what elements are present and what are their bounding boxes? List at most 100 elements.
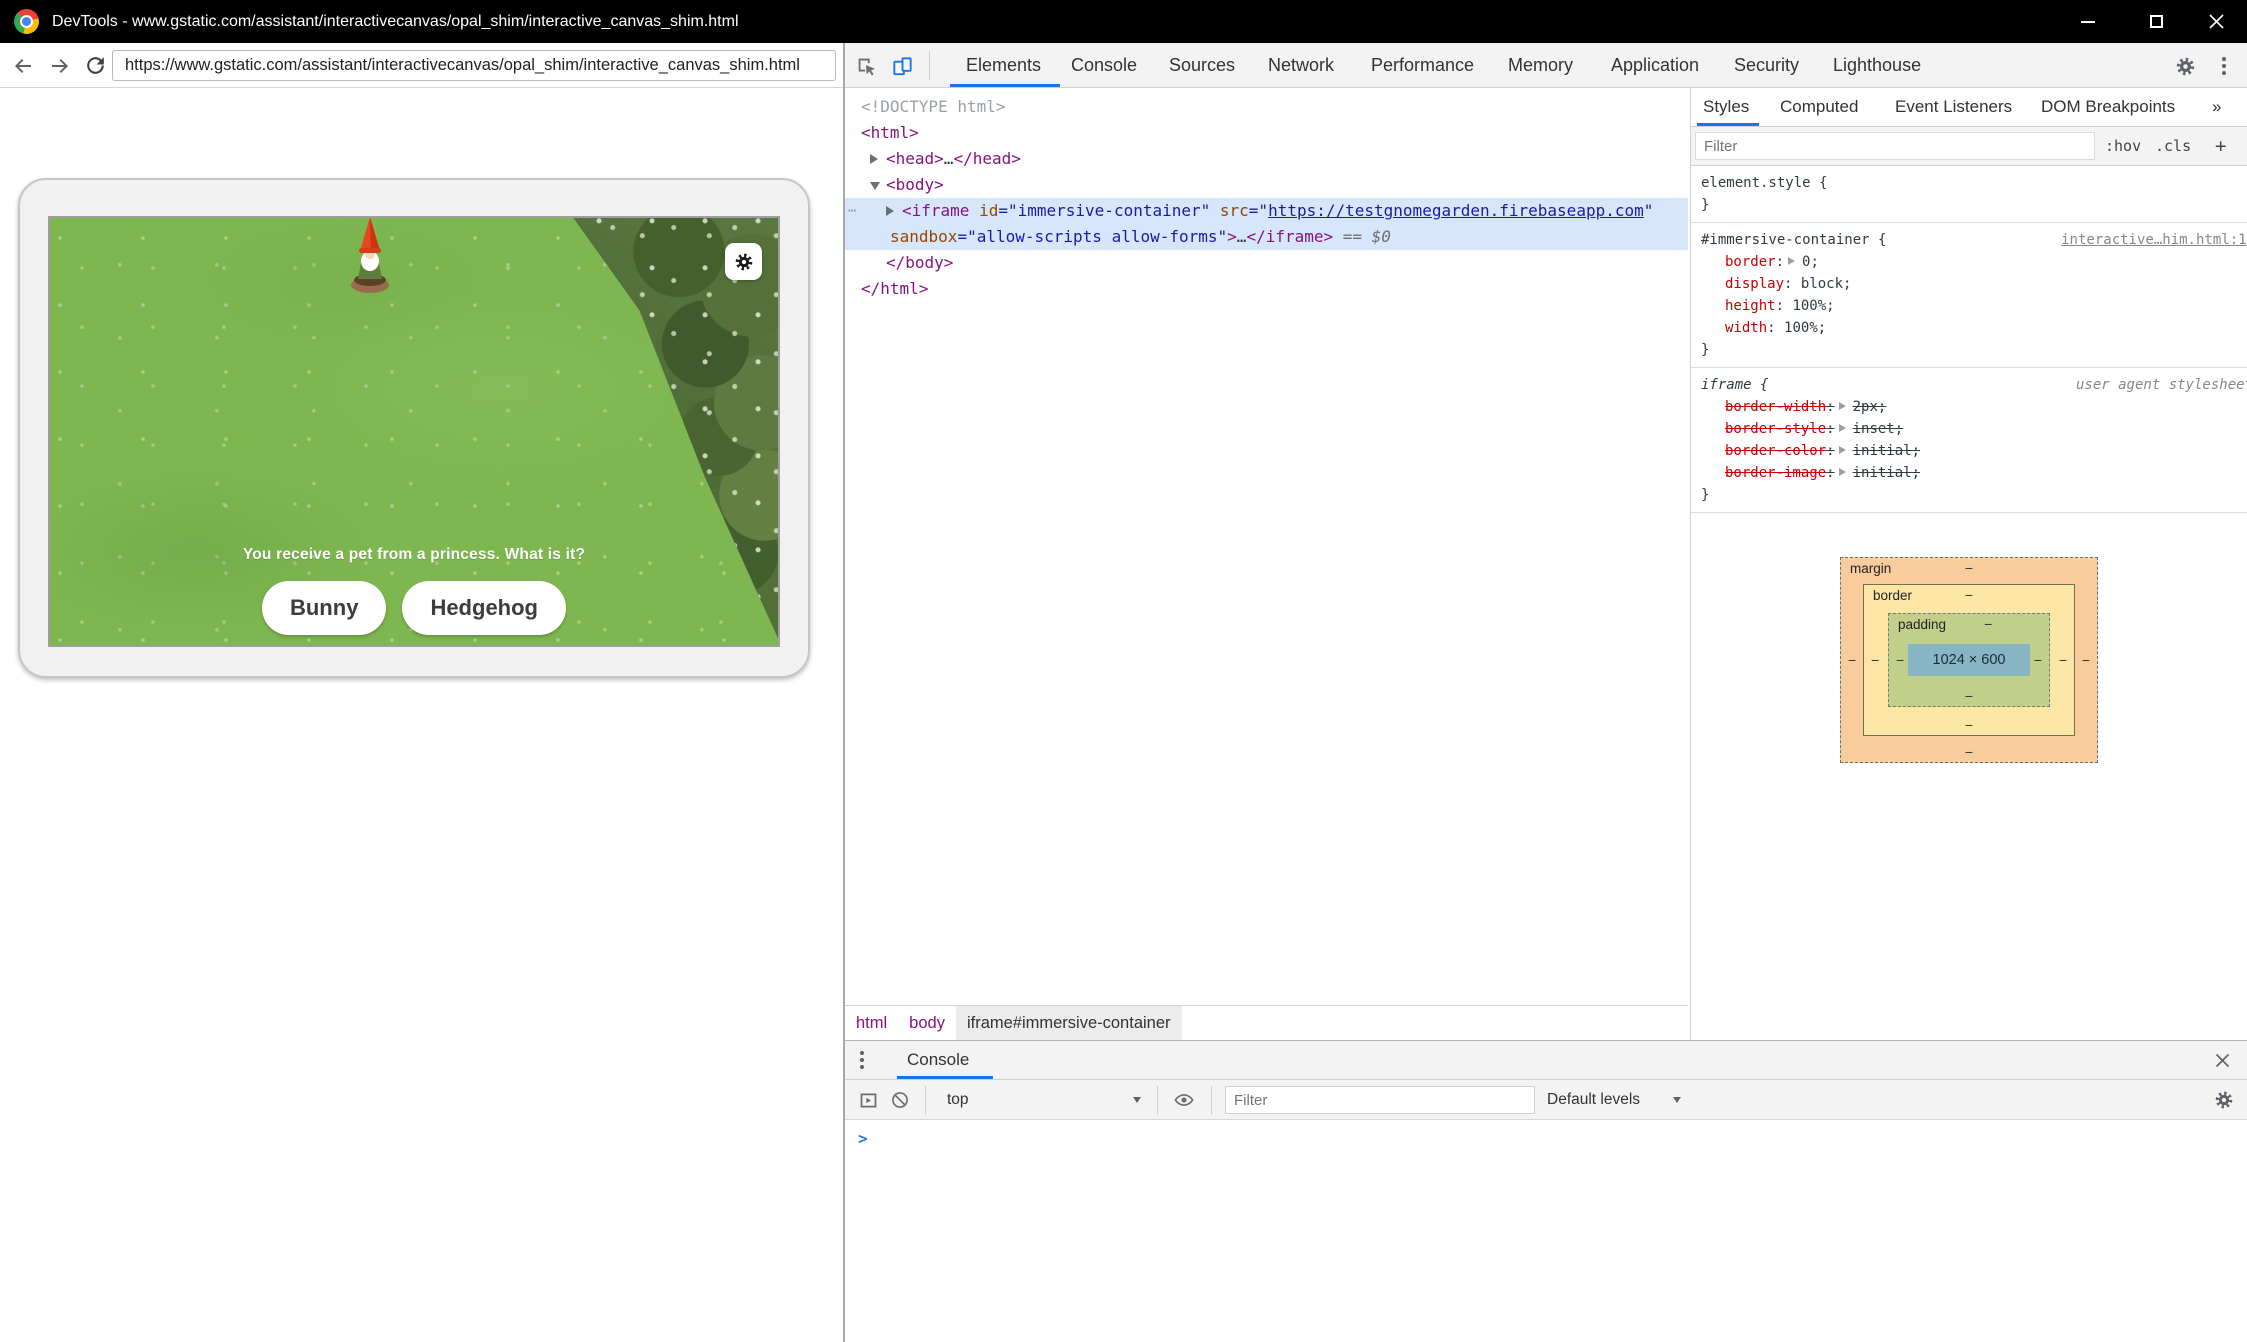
tab-performance[interactable]: Performance	[1371, 43, 1474, 87]
window-maximize-button[interactable]	[2133, 0, 2179, 43]
show-console-sidebar-button[interactable]	[855, 1087, 881, 1113]
box-model-border[interactable]: border − − − − padding − − − − 1024 × 60…	[1863, 584, 2075, 736]
padding-right-value[interactable]: −	[2034, 652, 2042, 668]
dom-line[interactable]: sandbox="allow-scripts allow-forms">…</i…	[845, 224, 1688, 250]
create-live-expression-button[interactable]	[1171, 1087, 1197, 1113]
padding-bottom-value[interactable]: −	[1965, 688, 1973, 704]
answer-button-hedgehog[interactable]: Hedgehog	[402, 581, 566, 635]
inspect-element-button[interactable]	[853, 53, 879, 79]
expand-arrow-icon[interactable]	[1839, 402, 1846, 410]
stylesheet-source-link[interactable]: interactive…him.html:15	[2061, 229, 2247, 251]
styles-filter-box[interactable]	[1695, 132, 2095, 160]
devtools-settings-button[interactable]	[2172, 53, 2198, 79]
border-left-value[interactable]: −	[1871, 652, 1879, 668]
css-selector[interactable]: #immersive-container {	[1701, 232, 1886, 248]
css-property[interactable]: border-color:initial;	[1701, 440, 2247, 462]
css-property[interactable]: border-width:2px;	[1701, 396, 2247, 418]
css-property[interactable]: display: block;	[1701, 273, 2247, 295]
margin-top-value[interactable]: −	[1965, 560, 1973, 576]
browser-toolbar	[0, 43, 843, 88]
dom-line[interactable]: <head>…</head>	[845, 146, 1688, 172]
window-minimize-button[interactable]	[2065, 0, 2111, 43]
css-property[interactable]: width: 100%;	[1701, 317, 2247, 339]
tab-console[interactable]: Console	[1071, 43, 1137, 87]
log-levels-selector[interactable]: Default levels	[1547, 1080, 1640, 1119]
toggle-device-toolbar-button[interactable]	[889, 53, 915, 79]
dom-line-gutter-dots[interactable]: ⋯	[848, 198, 857, 224]
close-drawer-button[interactable]	[2209, 1047, 2235, 1073]
tab-sources[interactable]: Sources	[1169, 43, 1235, 87]
toggle-class-button[interactable]: .cls	[2155, 127, 2191, 165]
dom-line[interactable]: <body>	[845, 172, 1688, 198]
box-model-padding[interactable]: padding − − − − 1024 × 600	[1888, 613, 2050, 707]
css-property[interactable]: height: 100%;	[1701, 295, 2247, 317]
console-filter-box[interactable]	[1225, 1086, 1535, 1114]
game-settings-button[interactable]	[725, 243, 762, 280]
css-selector[interactable]: element.style {	[1701, 175, 1827, 191]
tab-memory[interactable]: Memory	[1508, 43, 1573, 87]
tab-lighthouse[interactable]: Lighthouse	[1833, 43, 1921, 87]
margin-left-value[interactable]: −	[1848, 652, 1856, 668]
answer-button-bunny[interactable]: Bunny	[262, 581, 386, 635]
border-bottom-value[interactable]: −	[1965, 717, 1973, 733]
tab-elements[interactable]: Elements	[966, 43, 1041, 87]
css-rule[interactable]: user agent stylesheetiframe {border-widt…	[1691, 368, 2247, 513]
tab-application[interactable]: Application	[1611, 43, 1699, 87]
margin-bottom-value[interactable]: −	[1965, 744, 1973, 760]
expand-arrow-icon[interactable]	[1839, 468, 1846, 476]
toggle-hover-state-button[interactable]: :hov	[2105, 127, 2141, 165]
breadcrumb-body[interactable]: body	[898, 1006, 956, 1041]
padding-top-value[interactable]: −	[1984, 616, 1992, 632]
css-rule[interactable]: interactive…him.html:15 #immersive-contai…	[1691, 223, 2247, 368]
console-settings-button[interactable]	[2211, 1087, 2237, 1113]
margin-right-value[interactable]: −	[2082, 652, 2090, 668]
chevron-down-icon[interactable]	[1133, 1097, 1141, 1103]
dom-line[interactable]: <!DOCTYPE html>	[845, 94, 1688, 120]
expand-arrow-icon[interactable]	[870, 154, 878, 164]
drawer-tab-console[interactable]: Console	[907, 1041, 969, 1079]
expand-arrow-icon[interactable]	[1788, 257, 1795, 265]
box-model-margin[interactable]: margin − − − − border − − − − padding −	[1840, 557, 2098, 763]
padding-left-value[interactable]: −	[1896, 652, 1904, 668]
dom-line[interactable]: ⋯<iframe id="immersive-container" src="h…	[845, 198, 1688, 224]
styles-filter-input[interactable]	[1696, 133, 2110, 159]
chevron-down-icon[interactable]	[1673, 1097, 1681, 1103]
tab-security[interactable]: Security	[1734, 43, 1799, 87]
window-close-button[interactable]	[2193, 0, 2239, 43]
border-top-value[interactable]: −	[1965, 587, 1973, 603]
execution-context-selector[interactable]: top	[947, 1080, 969, 1119]
css-property[interactable]: border:0;	[1701, 251, 2247, 273]
tab-dom-breakpoints[interactable]: DOM Breakpoints	[2041, 88, 2175, 125]
expand-arrow-icon[interactable]	[1839, 424, 1846, 432]
reload-button[interactable]	[82, 52, 109, 79]
dom-line[interactable]: </html>	[845, 276, 1688, 302]
css-property[interactable]: border-image:initial;	[1701, 462, 2247, 484]
tab-styles[interactable]: Styles	[1703, 88, 1749, 125]
tab-network[interactable]: Network	[1268, 43, 1334, 87]
console-prompt-chevron[interactable]: >	[858, 1129, 868, 1148]
forward-button[interactable]	[46, 52, 73, 79]
collapse-arrow-icon[interactable]	[870, 182, 880, 190]
expand-arrow-icon[interactable]	[1839, 446, 1846, 454]
tab-computed[interactable]: Computed	[1780, 88, 1858, 125]
box-model-content-size[interactable]: 1024 × 600	[1908, 644, 2030, 676]
console-filter-input[interactable]	[1226, 1087, 1550, 1113]
back-button[interactable]	[9, 52, 36, 79]
breadcrumb-iframe[interactable]: iframe#immersive-container	[956, 1006, 1182, 1041]
tab-event-listeners[interactable]: Event Listeners	[1895, 88, 2012, 125]
dom-line[interactable]: </body>	[845, 250, 1688, 276]
new-style-rule-button[interactable]: +	[2215, 127, 2226, 165]
clear-console-button[interactable]	[887, 1087, 913, 1113]
css-selector[interactable]: iframe {	[1701, 377, 1768, 393]
expand-arrow-icon[interactable]	[886, 206, 894, 216]
css-property[interactable]: border-style:inset;	[1701, 418, 2247, 440]
breadcrumb-html[interactable]: html	[845, 1006, 898, 1041]
devtools-menu-button[interactable]	[2211, 53, 2237, 79]
url-bar[interactable]	[112, 50, 836, 81]
drawer-menu-button[interactable]	[849, 1047, 875, 1073]
dom-line[interactable]: <html>	[845, 120, 1688, 146]
border-right-value[interactable]: −	[2059, 652, 2067, 668]
more-tabs-chevron[interactable]: »	[2212, 88, 2221, 125]
css-rule[interactable]: element.style {}	[1691, 166, 2247, 223]
url-input[interactable]	[113, 51, 836, 80]
